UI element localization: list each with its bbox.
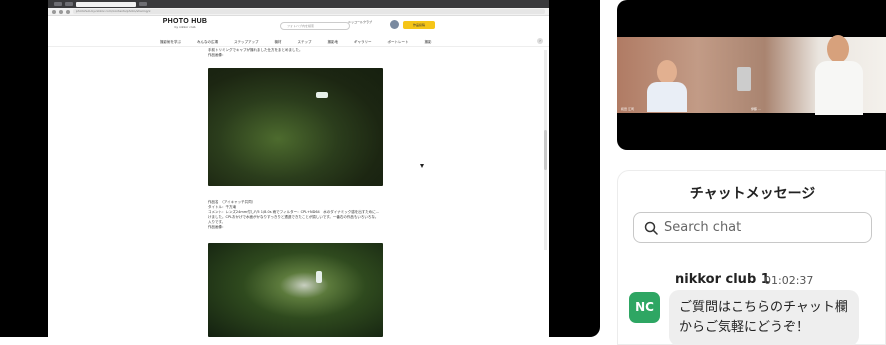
participant-right-name: 伊藤 … <box>751 107 761 111</box>
site-user-name[interactable]: ニッコールクラブ <box>348 20 372 24</box>
browser-window: photohub.by.nikkor.com/contents/photo/sh… <box>48 0 549 337</box>
participant-left-head <box>657 60 677 84</box>
site-user-avatar[interactable] <box>390 20 399 29</box>
article-intro: 手前トリミングでキャプが撮れました仕方をまとめました。 作品画像： <box>208 48 388 58</box>
chat-title: チャットメッセージ <box>689 186 816 202</box>
menu-item[interactable]: 撮影術を学ぶ <box>160 40 181 45</box>
message-time: 01:02:37 <box>764 274 814 287</box>
comment-line: けました。CPLおかげで水面がかなりすっきりと透過できたことが嬉しいです。一番右… <box>208 215 379 219</box>
menu-item[interactable]: 機材 <box>275 40 282 45</box>
browser-tab[interactable] <box>54 2 62 6</box>
article-details: 作品名 （アイキャッチ共同） タイトル：千方滝 コメント：レンズ24mm付しF/… <box>208 200 408 230</box>
message-bubble: ご質問はこちらのチャット欄からご気軽にどうぞ！ <box>669 290 859 345</box>
site-search-input[interactable]: フォトハブ内を検索 <box>280 22 350 30</box>
site-menu: 撮影術を学ぶ みんなの広場 ステップアップ 機材 ステップ 撮影地 ギャラリー … <box>48 38 549 47</box>
chat-panel: チャットメッセージ nikkor club 1 01:02:37 NC ご質問は… <box>617 170 886 345</box>
participant-left-name: 和田 江司 <box>621 107 634 111</box>
menu-item[interactable]: ステップ <box>298 40 312 45</box>
forward-icon[interactable] <box>59 9 63 14</box>
logo-subtext: by nikkor club <box>174 25 196 29</box>
url-field[interactable]: photohub.by.nikkor.com/contents/photo/sh… <box>73 9 545 14</box>
menu-item[interactable]: ステップアップ <box>234 40 259 45</box>
browser-tab-active[interactable] <box>76 1 136 7</box>
message-avatar: NC <box>629 292 660 323</box>
waterfall-highlight <box>316 271 322 283</box>
mouse-cursor-icon <box>420 164 424 168</box>
participant-left-body <box>647 82 687 112</box>
browser-address-bar: photohub.by.nikkor.com/contents/photo/sh… <box>48 8 549 16</box>
reload-icon[interactable] <box>66 9 70 14</box>
video-tile: 和田 江司 伊藤 … <box>617 0 886 150</box>
photo-label: 作品画像： <box>208 225 226 229</box>
site-header: PHOTO HUB by nikkor club フォトハブ内を検索 ニッコール… <box>48 16 549 38</box>
meeting-window: photohub.by.nikkor.com/contents/photo/sh… <box>0 0 886 345</box>
browser-tab[interactable] <box>139 2 147 6</box>
menu-item[interactable]: みんなの広場 <box>197 40 218 45</box>
participant-right-head <box>827 35 849 63</box>
participant-right <box>815 35 865 115</box>
menu-item[interactable]: 撮影地 <box>328 40 339 45</box>
photo-forest-stream[interactable] <box>208 68 383 186</box>
chat-search-box[interactable] <box>633 212 872 243</box>
post-work-button[interactable]: 作品投稿 <box>403 21 435 29</box>
video-feed: 和田 江司 伊藤 … <box>617 35 886 115</box>
photo-label: 作品画像： <box>208 53 226 57</box>
menu-item[interactable]: 撮影 <box>425 40 432 45</box>
stream-highlight <box>316 92 328 98</box>
message-author: nikkor club 1 <box>675 272 770 287</box>
chat-search-input[interactable] <box>664 220 864 235</box>
menu-next-icon[interactable]: › <box>537 38 543 44</box>
participant-left <box>647 60 687 112</box>
browser-tab[interactable] <box>65 2 73 6</box>
logo-text: PHOTO HUB <box>162 18 208 25</box>
site-logo[interactable]: PHOTO HUB by nikkor club <box>160 18 210 29</box>
page-scrollbar-thumb[interactable] <box>544 130 547 170</box>
device-on-stand <box>737 67 751 91</box>
photo-waterfall[interactable] <box>208 243 383 337</box>
shared-screen: photohub.by.nikkor.com/contents/photo/sh… <box>0 0 600 337</box>
search-icon <box>644 221 658 235</box>
participant-right-body <box>815 61 863 115</box>
menu-item[interactable]: ギャラリー <box>354 40 372 45</box>
menu-item[interactable]: ボートレート <box>388 40 409 45</box>
back-icon[interactable] <box>52 9 56 14</box>
browser-tab-bar <box>48 0 549 8</box>
